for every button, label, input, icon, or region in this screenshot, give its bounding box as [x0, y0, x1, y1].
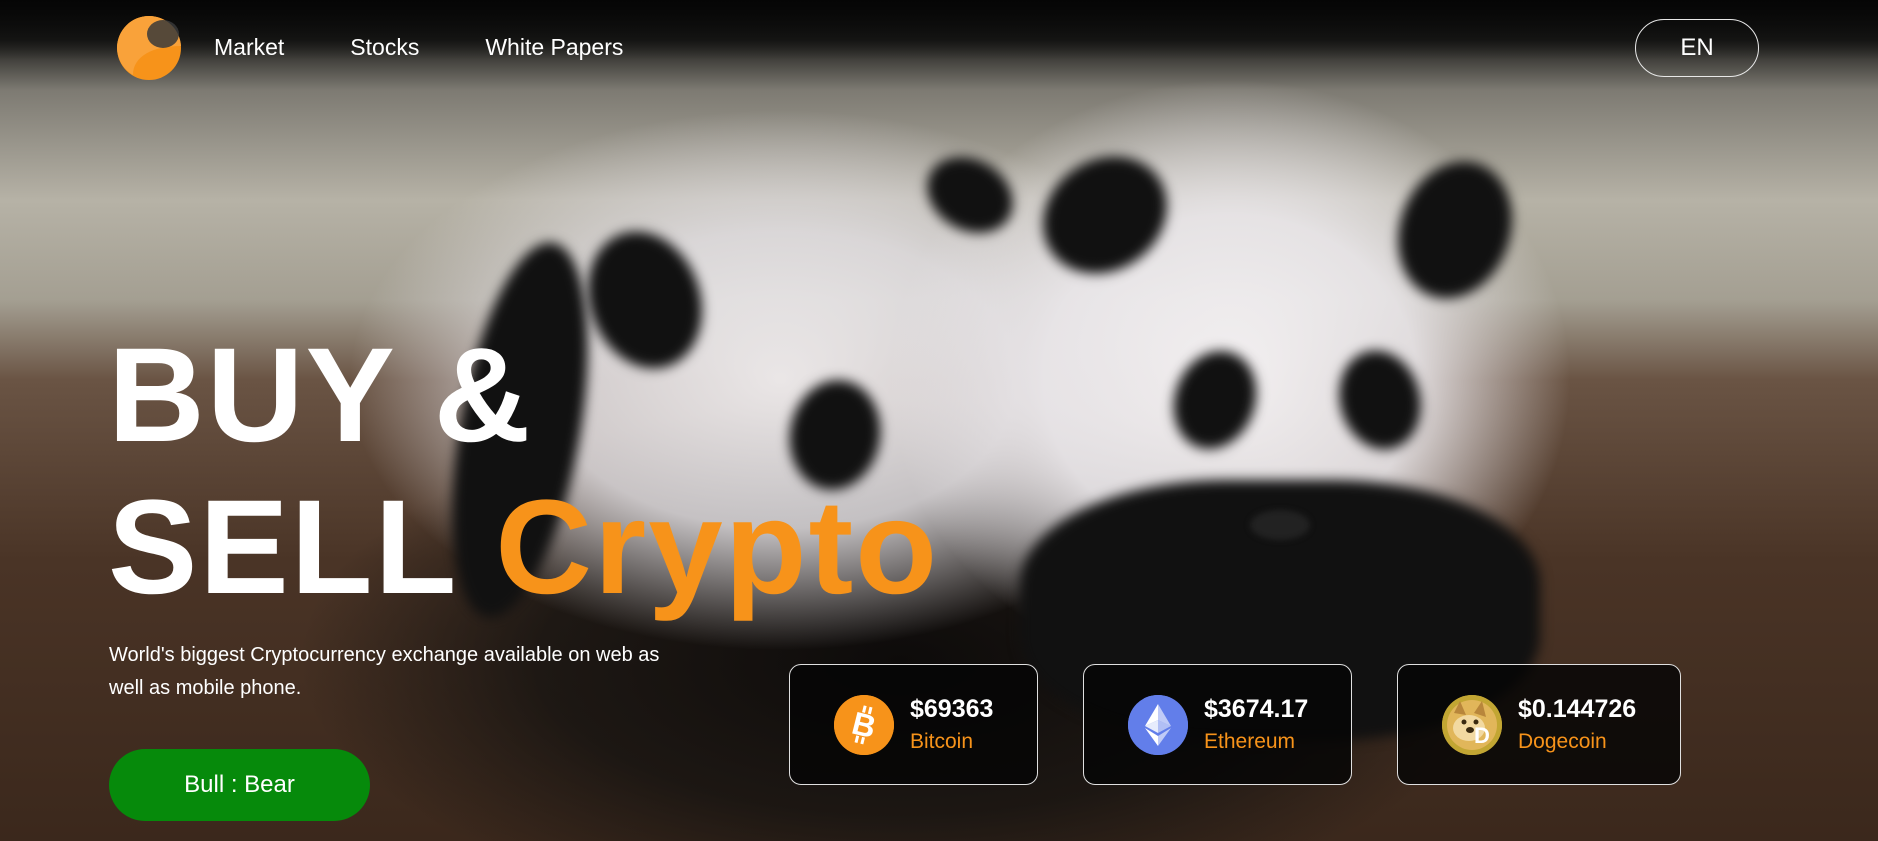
coin-card-ethereum[interactable]: $3674.17 Ethereum	[1083, 664, 1352, 785]
headline-line1: BUY &	[108, 321, 533, 470]
ethereum-icon	[1128, 694, 1188, 755]
bull-bear-button[interactable]: Bull : Bear	[109, 749, 370, 821]
top-navbar: Market Stocks White Papers EN	[0, 0, 1878, 100]
nav-market-link[interactable]: Market	[214, 34, 284, 61]
dogecoin-icon: D	[1442, 694, 1502, 755]
headline-accent: Crypto	[495, 473, 940, 622]
main-nav: Market Stocks White Papers	[214, 34, 623, 61]
ethereum-price: $3674.17	[1204, 694, 1309, 723]
bitcoin-name: Bitcoin	[910, 729, 974, 753]
bitcoin-icon: B	[834, 694, 894, 755]
svg-text:D: D	[1474, 723, 1490, 748]
coin-card-dogecoin[interactable]: D $0.144726 Dogecoin	[1397, 664, 1681, 785]
page: Market Stocks White Papers EN BUY & SELL…	[0, 0, 1878, 841]
dogecoin-name: Dogecoin	[1518, 729, 1607, 753]
language-button[interactable]: EN	[1635, 19, 1759, 77]
nav-white-papers-link[interactable]: White Papers	[485, 34, 623, 61]
nav-stocks-link[interactable]: Stocks	[350, 34, 419, 61]
crescent-logo-icon[interactable]	[113, 15, 185, 80]
headline-sell: SELL	[108, 473, 457, 622]
dogecoin-price: $0.144726	[1518, 694, 1637, 723]
hero-headline: BUY & SELL Crypto	[108, 320, 939, 624]
hero-subtitle: World's biggest Cryptocurrency exchange …	[109, 644, 660, 699]
ethereum-name: Ethereum	[1204, 729, 1296, 753]
bitcoin-price: $69363	[910, 694, 994, 723]
coin-card-bitcoin[interactable]: B $69363 Bitcoin	[789, 664, 1038, 785]
